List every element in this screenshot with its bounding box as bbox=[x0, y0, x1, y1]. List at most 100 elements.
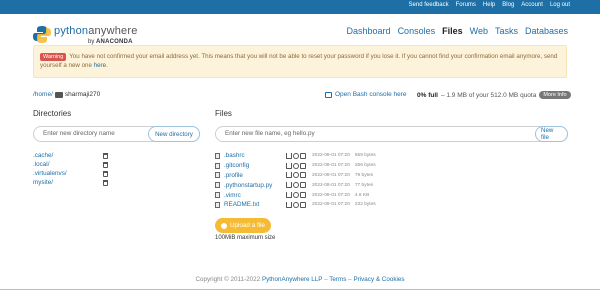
forums-link[interactable]: Forums bbox=[456, 2, 476, 8]
resend-confirmation-link[interactable]: here bbox=[94, 62, 106, 69]
file-meta: 2022-08-01 07:20 232 bytes bbox=[312, 202, 376, 207]
file-actions bbox=[286, 162, 312, 169]
delete-icon[interactable] bbox=[300, 192, 306, 199]
directory-link[interactable]: .virtualenvs/ bbox=[33, 170, 103, 177]
help-link[interactable]: Help bbox=[483, 2, 495, 8]
file-icon bbox=[215, 172, 220, 179]
delete-icon[interactable] bbox=[300, 152, 306, 159]
file-icon bbox=[215, 162, 220, 169]
file-actions bbox=[286, 201, 312, 208]
file-link[interactable]: .pythonstartup.py bbox=[224, 182, 286, 189]
quota-info: 0% full – 1.9 MB of your 512.0 MB quota … bbox=[417, 91, 571, 99]
file-date: 2022-08-01 07:20 bbox=[312, 202, 350, 208]
file-actions bbox=[286, 152, 312, 159]
file-date: 2022-08-01 07:20 bbox=[312, 172, 350, 178]
share-icon[interactable] bbox=[293, 172, 299, 179]
directory-link[interactable]: .cache/ bbox=[33, 152, 103, 159]
upload-icon bbox=[220, 222, 227, 229]
breadcrumb-home[interactable]: /home/ bbox=[33, 91, 53, 98]
new-directory-form: New directory bbox=[33, 126, 200, 142]
delete-icon[interactable] bbox=[300, 201, 306, 208]
more-info-button[interactable]: More Info bbox=[539, 91, 571, 99]
nav-consoles[interactable]: Consoles bbox=[398, 26, 436, 36]
upload-size-note: 100MiB maximum size bbox=[215, 235, 276, 241]
file-size: 77 bytes bbox=[354, 182, 374, 188]
file-size: 4.6 KB bbox=[354, 192, 370, 198]
nav-tasks[interactable]: Tasks bbox=[495, 26, 518, 36]
delete-icon[interactable] bbox=[300, 162, 306, 169]
list-item: .cache/ bbox=[33, 151, 108, 160]
file-link[interactable]: .gitconfig bbox=[224, 162, 286, 169]
file-link[interactable]: .vimrc bbox=[224, 192, 286, 199]
download-icon[interactable] bbox=[286, 152, 292, 159]
new-directory-input[interactable] bbox=[43, 130, 142, 137]
file-link[interactable]: .bashrc bbox=[224, 152, 286, 159]
nav-files[interactable]: Files bbox=[442, 26, 463, 36]
share-icon[interactable] bbox=[293, 192, 299, 199]
list-item: .virtualenvs/ bbox=[33, 169, 108, 178]
file-date: 2022-08-01 07:20 bbox=[312, 163, 350, 169]
new-file-button[interactable]: New file bbox=[535, 126, 568, 142]
directories-title: Directories bbox=[33, 109, 72, 118]
new-directory-button[interactable]: New directory bbox=[148, 126, 200, 142]
bash-label: Open Bash console here bbox=[335, 91, 407, 98]
delete-icon[interactable] bbox=[103, 170, 108, 177]
account-link[interactable]: Account bbox=[521, 2, 543, 8]
breadcrumb-user: sharmaji270 bbox=[64, 91, 101, 98]
share-icon[interactable] bbox=[293, 162, 299, 169]
new-file-input[interactable] bbox=[225, 130, 436, 137]
list-item: .local/ bbox=[33, 160, 108, 169]
nav-web[interactable]: Web bbox=[470, 26, 488, 36]
share-icon[interactable] bbox=[293, 182, 299, 189]
logo-title: pythonanywhere bbox=[54, 25, 138, 37]
delete-icon[interactable] bbox=[103, 161, 108, 168]
logout-link[interactable]: Log out bbox=[550, 2, 570, 8]
delete-icon[interactable] bbox=[103, 152, 108, 159]
nav-dashboard[interactable]: Dashboard bbox=[347, 26, 391, 36]
company-link[interactable]: PythonAnywhere LLP bbox=[262, 276, 322, 283]
download-icon[interactable] bbox=[286, 162, 292, 169]
directory-link[interactable]: mysite/ bbox=[33, 179, 103, 186]
upload-label: Upload a file bbox=[229, 222, 265, 229]
folder-icon bbox=[54, 91, 63, 98]
download-icon[interactable] bbox=[286, 182, 292, 189]
blog-link[interactable]: Blog bbox=[502, 2, 514, 8]
file-meta: 2022-08-01 07:20 266 bytes bbox=[312, 163, 376, 168]
main-nav: Dashboard Consoles Files Web Tasks Datab… bbox=[347, 26, 568, 36]
directory-link[interactable]: .local/ bbox=[33, 161, 103, 168]
file-link[interactable]: .profile bbox=[224, 172, 286, 179]
warning-end: . bbox=[106, 62, 108, 69]
quota-detail: – 1.9 MB of your 512.0 MB quota bbox=[440, 91, 537, 99]
warning-badge: Warning bbox=[40, 53, 67, 61]
file-icon bbox=[215, 201, 220, 208]
file-link[interactable]: README.txt bbox=[224, 201, 286, 208]
delete-icon[interactable] bbox=[103, 179, 108, 186]
nav-databases[interactable]: Databases bbox=[525, 26, 568, 36]
python-snake-icon bbox=[33, 26, 51, 43]
download-icon[interactable] bbox=[286, 172, 292, 179]
download-icon[interactable] bbox=[286, 192, 292, 199]
file-size: 79 bytes bbox=[354, 172, 374, 178]
file-date: 2022-08-01 07:20 bbox=[312, 182, 350, 188]
file-actions bbox=[286, 182, 312, 189]
send-feedback-link[interactable]: Send feedback bbox=[409, 2, 449, 8]
open-bash-console-link[interactable]: Open Bash console here bbox=[325, 91, 407, 98]
delete-icon[interactable] bbox=[300, 182, 306, 189]
footer-copyright: Copyright © 2011-2022 bbox=[195, 276, 262, 283]
share-icon[interactable] bbox=[293, 152, 299, 159]
terms-link[interactable]: Terms bbox=[329, 276, 346, 283]
file-size: 559 bytes bbox=[354, 153, 376, 159]
upload-file-button[interactable]: Upload a file bbox=[215, 218, 271, 233]
delete-icon[interactable] bbox=[300, 172, 306, 179]
list-item: .bashrc 2022-08-01 07:20 559 bytes bbox=[215, 151, 376, 161]
privacy-link[interactable]: Privacy & Cookies bbox=[353, 276, 404, 283]
files-title: Files bbox=[215, 109, 232, 118]
footer: Copyright © 2011-2022 PythonAnywhere LLP… bbox=[0, 276, 600, 290]
share-icon[interactable] bbox=[293, 201, 299, 208]
list-item: mysite/ bbox=[33, 178, 108, 187]
quota-percent: 0% full bbox=[417, 91, 438, 99]
download-icon[interactable] bbox=[286, 201, 292, 208]
file-size: 232 bytes bbox=[354, 202, 376, 208]
file-meta: 2022-08-01 07:20 559 bytes bbox=[312, 153, 376, 158]
top-bar: Send feedback Forums Help Blog Account L… bbox=[0, 0, 600, 14]
